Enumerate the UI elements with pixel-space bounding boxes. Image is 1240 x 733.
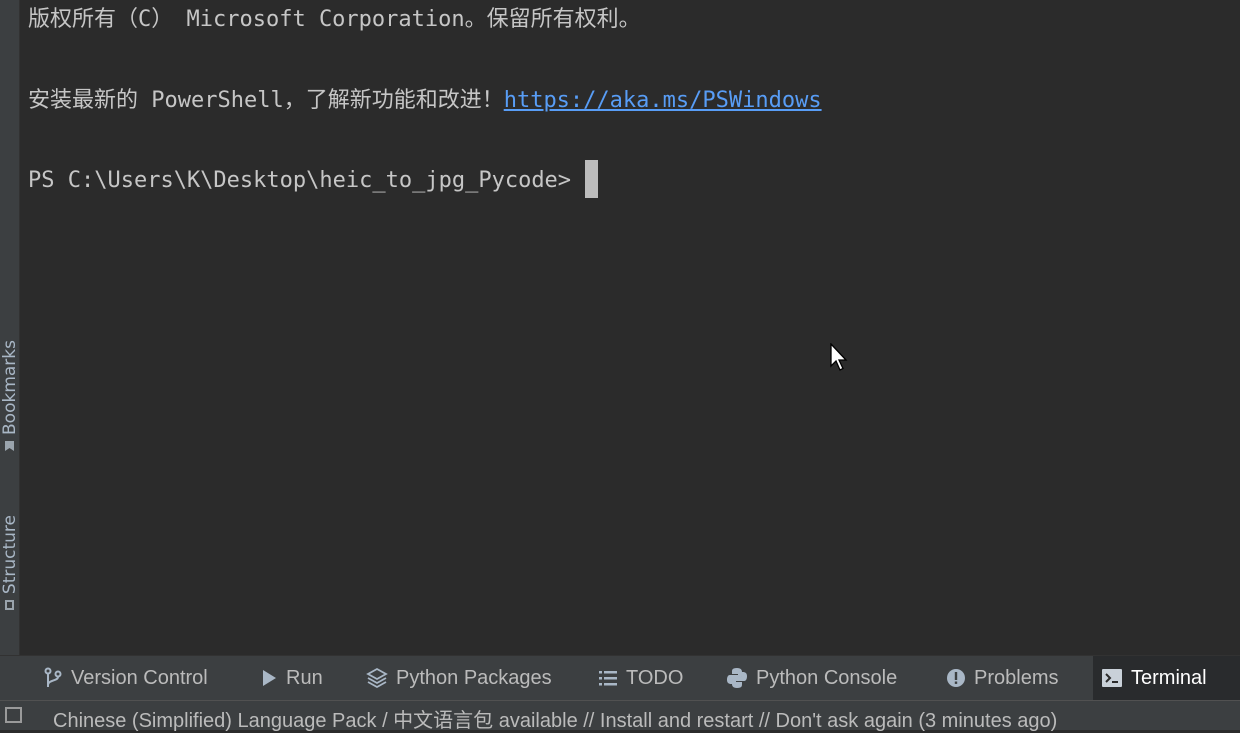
left-tool-strip: Bookmarks Structure (0, 0, 20, 655)
status-bar: Chinese (Simplified) Language Pack / 中文语… (0, 700, 1240, 733)
tool-windows-toggle-icon[interactable] (5, 707, 22, 723)
tab-terminal-label: Terminal (1131, 666, 1207, 689)
warning-icon (947, 669, 965, 687)
play-icon (263, 670, 276, 686)
tab-run-label: Run (286, 666, 323, 689)
status-message[interactable]: Chinese (Simplified) Language Pack / 中文语… (53, 704, 1057, 733)
terminal-install-text: 安装最新的 PowerShell，了解新功能和改进！ (28, 88, 504, 113)
tab-version-control[interactable]: Version Control (35, 656, 216, 700)
tab-python-console-label: Python Console (756, 666, 898, 689)
terminal-install-line: 安装最新的 PowerShell，了解新功能和改进！https://aka.ms… (28, 82, 822, 114)
tab-problems[interactable]: Problems (938, 656, 1066, 700)
pswindows-link[interactable]: https://aka.ms/PSWindows (504, 88, 822, 113)
terminal-copyright-line: 版权所有（C） Microsoft Corporation。保留所有权利。 (28, 7, 641, 32)
mouse-pointer-icon (830, 343, 848, 371)
tab-python-packages-label: Python Packages (396, 666, 552, 689)
terminal-prompt: PS C:\Users\K\Desktop\heic_to_jpg_Pycode… (28, 168, 572, 193)
tab-python-console[interactable]: Python Console (718, 656, 905, 700)
bookmarks-side-tab[interactable]: Bookmarks (0, 340, 20, 451)
list-icon (599, 671, 617, 686)
tab-todo-label: TODO (626, 666, 684, 689)
bookmark-icon (5, 440, 14, 451)
terminal-panel[interactable]: 版权所有（C） Microsoft Corporation。保留所有权利。 安装… (20, 0, 1240, 655)
tool-window-bar: Version Control Run Python Packages TODO… (0, 655, 1240, 700)
tab-version-control-label: Version Control (71, 666, 208, 689)
text-cursor (585, 160, 599, 198)
tab-run[interactable]: Run (252, 656, 331, 700)
tab-terminal[interactable]: Terminal (1093, 656, 1240, 700)
tab-python-packages[interactable]: Python Packages (358, 656, 560, 700)
layers-icon (366, 667, 388, 689)
structure-side-tab[interactable]: Structure (0, 515, 20, 611)
terminal-icon (1102, 669, 1122, 687)
terminal-prompt-line[interactable]: PS C:\Users\K\Desktop\heic_to_jpg_Pycode… (28, 160, 599, 200)
structure-icon (5, 600, 14, 611)
structure-label: Structure (0, 515, 20, 595)
tab-problems-label: Problems (974, 666, 1059, 689)
branch-icon (44, 667, 62, 687)
bookmarks-label: Bookmarks (0, 340, 20, 435)
python-icon (727, 668, 747, 688)
tab-todo[interactable]: TODO (590, 656, 691, 700)
